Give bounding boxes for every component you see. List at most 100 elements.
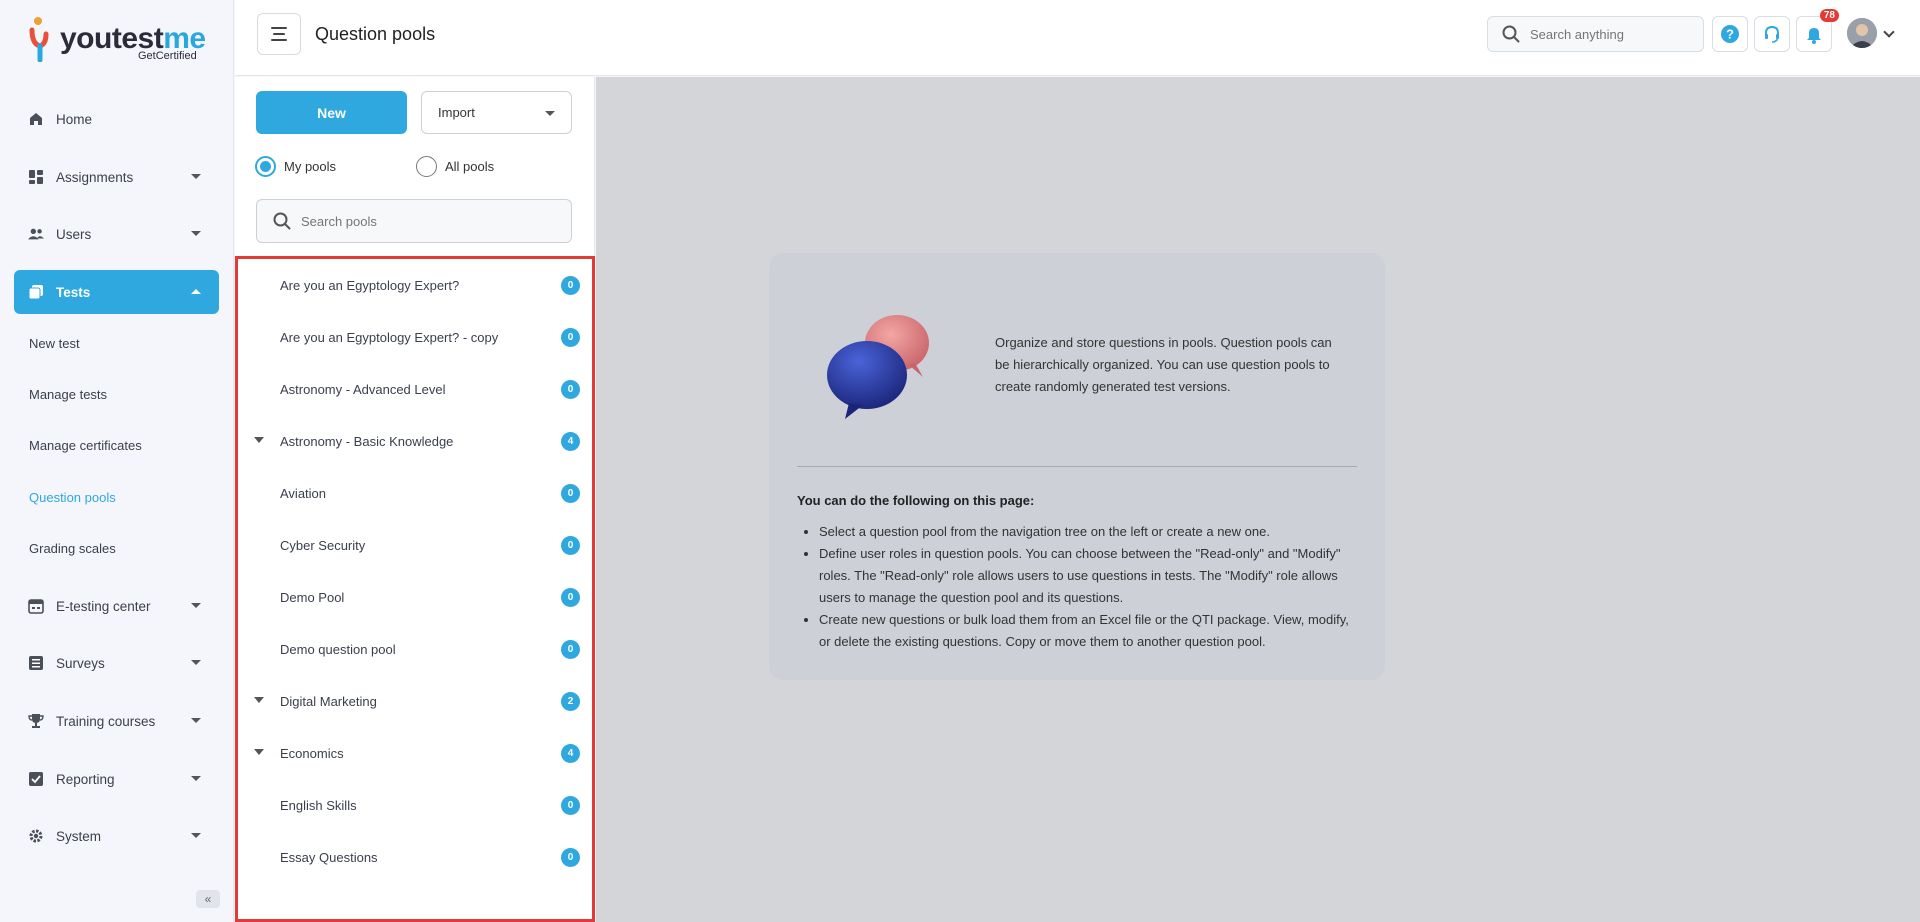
- sidebar-item-label: Users: [56, 226, 92, 242]
- info-description: Organize and store questions in pools. Q…: [995, 335, 1332, 394]
- pool-name: Demo question pool: [280, 641, 396, 657]
- logo[interactable]: youtestme GetCertified: [28, 16, 208, 66]
- pool-tree-item[interactable]: Demo Pool 0: [238, 571, 592, 623]
- pool-name: Digital Marketing: [280, 693, 377, 709]
- pool-name: Are you an Egyptology Expert?: [280, 277, 460, 293]
- pool-tree-item[interactable]: Essay Questions 0: [238, 831, 592, 883]
- info-divider: [797, 466, 1357, 467]
- pool-name: English Skills: [280, 797, 357, 813]
- pool-count-badge: 0: [561, 639, 580, 659]
- new-pool-button[interactable]: New: [256, 91, 407, 134]
- pool-tree-item[interactable]: Economics 4: [238, 727, 592, 779]
- pool-tree-item[interactable]: Digital Marketing 2: [238, 675, 592, 727]
- info-bullet: Select a question pool from the navigati…: [819, 521, 1359, 543]
- support-button[interactable]: [1754, 16, 1790, 52]
- expand-caret-icon[interactable]: [254, 749, 264, 755]
- sidebar-item-label: Tests: [56, 284, 91, 300]
- logo-mark-icon: [29, 17, 49, 62]
- sidebar-item-system[interactable]: System: [14, 814, 219, 858]
- pool-tree-item[interactable]: Are you an Egyptology Expert? 0: [238, 259, 592, 311]
- pool-name: Essay Questions: [280, 849, 378, 865]
- chevron-down-icon: [191, 718, 201, 723]
- sidebar-item-tests[interactable]: Tests: [14, 270, 219, 314]
- sidebar-item-label: Assignments: [56, 169, 134, 185]
- pool-name: Astronomy - Basic Knowledge: [280, 433, 454, 449]
- pool-tree-item[interactable]: Demo question pool 0: [238, 623, 592, 675]
- gear-icon: [28, 828, 44, 844]
- sidebar-item-home[interactable]: Home: [14, 97, 219, 141]
- sidebar-subitem-question-pools[interactable]: Question pools: [29, 490, 116, 505]
- chevron-down-icon: [191, 833, 201, 838]
- tests-icon: [28, 284, 44, 300]
- report-icon: [28, 771, 44, 787]
- import-dropdown-button[interactable]: Import: [421, 91, 572, 134]
- sidebar-item-training-courses[interactable]: Training courses: [14, 699, 219, 743]
- survey-icon: [28, 655, 44, 671]
- collapse-sidebar-button[interactable]: «: [196, 890, 220, 908]
- sidebar-item-assignments[interactable]: Assignments: [14, 155, 219, 199]
- info-bullet: Create new questions or bulk load them f…: [819, 609, 1359, 653]
- notifications-button[interactable]: 78: [1796, 9, 1839, 52]
- pool-tree-item[interactable]: Cyber Security 0: [238, 519, 592, 571]
- hamburger-icon: [271, 39, 287, 41]
- expand-caret-icon[interactable]: [254, 697, 264, 703]
- headset-icon: [1765, 25, 1779, 43]
- all-pools-label: All pools: [445, 159, 495, 174]
- chat-bubbles-icon: [827, 315, 929, 419]
- all-pools-radio[interactable]: All pools: [416, 156, 494, 177]
- search-icon: [1502, 25, 1520, 43]
- pool-count-badge: 0: [561, 535, 580, 555]
- pools-pane: New Import My pools All pools Are you an…: [235, 77, 595, 922]
- pool-search[interactable]: [256, 199, 572, 243]
- pool-name: Astronomy - Advanced Level: [280, 381, 446, 397]
- chevron-down-icon: [191, 231, 201, 236]
- sidebar-subitem-manage-tests[interactable]: Manage tests: [29, 387, 107, 402]
- global-search[interactable]: [1487, 16, 1704, 52]
- sidebar: youtestme GetCertified Home Assignments …: [0, 0, 234, 922]
- pool-count-badge: 0: [561, 275, 580, 295]
- help-icon: ?: [1721, 25, 1739, 43]
- chevron-down-icon: [191, 660, 201, 665]
- sidebar-item-label: Reporting: [56, 771, 115, 787]
- pool-tree-item[interactable]: Are you an Egyptology Expert? - copy 0: [238, 311, 592, 363]
- menu-toggle-button[interactable]: [257, 13, 301, 55]
- pool-count-badge: 2: [561, 691, 580, 711]
- sidebar-item-users[interactable]: Users: [14, 212, 219, 256]
- pool-count-badge: 0: [561, 847, 580, 867]
- pool-count-badge: 0: [561, 587, 580, 607]
- radio-unchecked-icon: [416, 156, 437, 177]
- hamburger-icon: [273, 33, 285, 35]
- my-pools-label: My pools: [284, 159, 337, 174]
- bell-icon: [1807, 28, 1821, 44]
- trophy-icon: [28, 713, 44, 729]
- page-title: Question pools: [315, 24, 436, 44]
- sidebar-item-e-testing-center[interactable]: E-testing center: [14, 584, 219, 628]
- user-avatar[interactable]: [1847, 18, 1877, 48]
- chevron-down-icon: [191, 174, 201, 179]
- notifications-badge: 78: [1819, 9, 1839, 22]
- pool-tree-item[interactable]: Aviation 0: [238, 467, 592, 519]
- expand-caret-icon[interactable]: [254, 437, 264, 443]
- users-icon: [28, 226, 44, 242]
- sidebar-item-reporting[interactable]: Reporting: [14, 757, 219, 801]
- info-bullet-list: Select a question pool from the navigati…: [819, 521, 1359, 653]
- double-chevron-left-icon: «: [204, 892, 212, 906]
- top-header: Question pools ? 78: [235, 0, 1920, 76]
- info-bullet: Define user roles in question pools. You…: [819, 543, 1359, 609]
- logo-tagline: GetCertified: [138, 50, 197, 62]
- sidebar-subitem-grading-scales[interactable]: Grading scales: [29, 541, 116, 556]
- my-pools-radio[interactable]: My pools: [255, 156, 336, 177]
- global-search-input[interactable]: [1530, 26, 1690, 42]
- pool-search-input[interactable]: [301, 213, 541, 229]
- chevron-down-icon: [191, 603, 201, 608]
- sidebar-subitem-new-test[interactable]: New test: [29, 336, 80, 351]
- sidebar-subitem-manage-certificates[interactable]: Manage certificates: [29, 438, 142, 453]
- help-button[interactable]: ?: [1712, 16, 1748, 52]
- user-menu-chevron-icon[interactable]: [1883, 26, 1895, 38]
- home-icon: [28, 111, 44, 127]
- pool-tree-item[interactable]: Astronomy - Basic Knowledge 4: [238, 415, 592, 467]
- pool-tree-item[interactable]: English Skills 0: [238, 779, 592, 831]
- pool-tree-item[interactable]: Astronomy - Advanced Level 0: [238, 363, 592, 415]
- sidebar-item-surveys[interactable]: Surveys: [14, 641, 219, 685]
- chevron-up-icon: [191, 289, 201, 294]
